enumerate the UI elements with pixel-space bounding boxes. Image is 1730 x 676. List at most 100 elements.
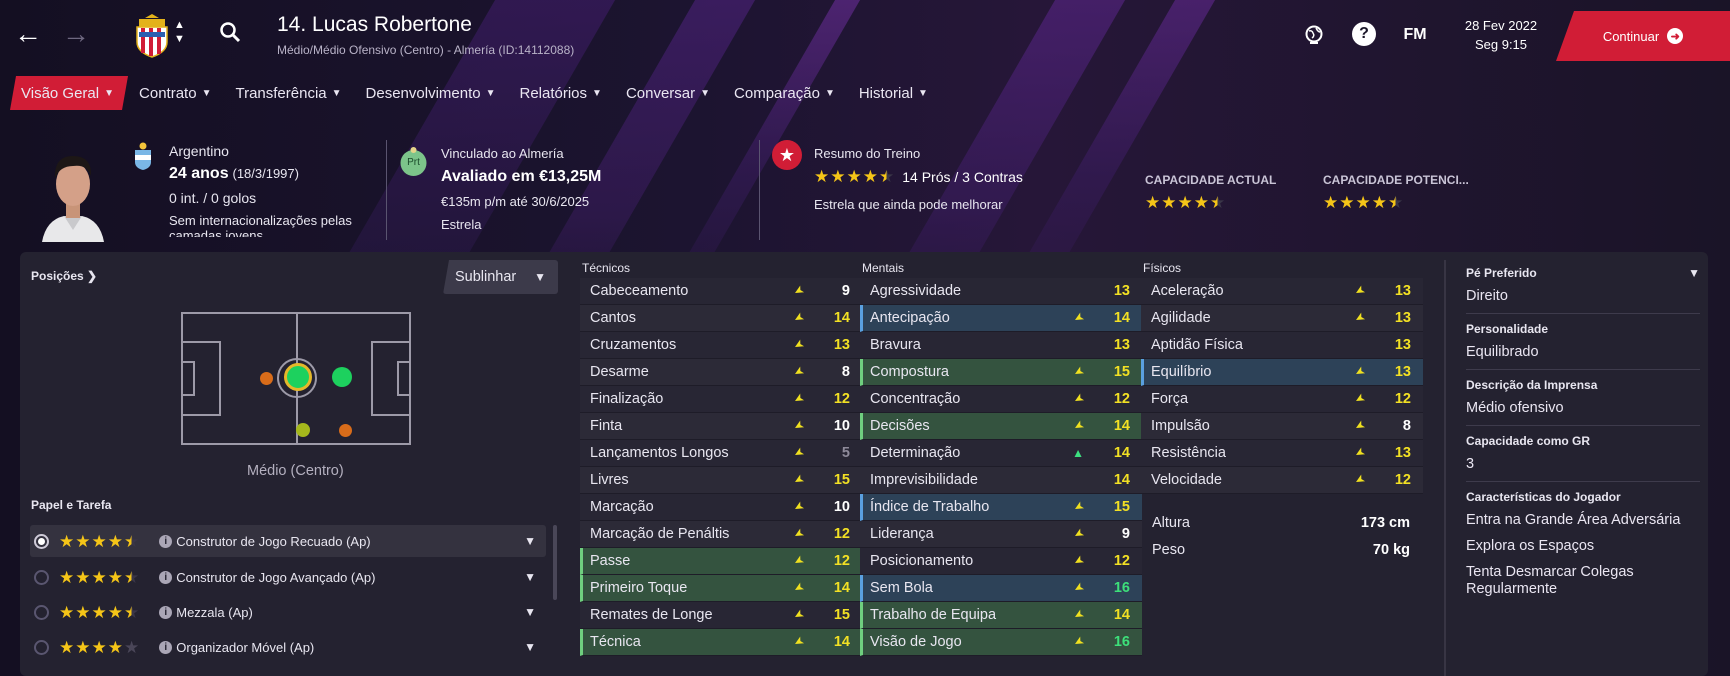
trend-arrow-icon: ➤ [791,471,807,489]
tab-contrato[interactable]: Contrato ▼ [128,76,224,110]
chevron-down-icon[interactable]: ▼ [524,534,536,548]
nationality[interactable]: Argentino [169,143,369,159]
attribute-name: Primeiro Toque [590,580,688,596]
training-title: Resumo do Treino [814,146,921,161]
chevron-down-icon: ▼ [104,87,115,99]
forward-arrow-icon[interactable]: → [62,20,90,48]
highlight-select[interactable]: Sublinhar ▼ [443,260,558,294]
attribute-row[interactable]: Lançamentos Longos ➤ 5 [580,440,862,467]
back-arrow-icon[interactable]: ← [14,20,42,48]
attribute-row[interactable]: Antecipação ➤ 14 [860,305,1142,332]
tab-desenvolvimento[interactable]: Desenvolvimento ▼ [355,76,509,110]
potential-ability-stars: ★ ★ ★ ★ ★ [1323,194,1403,211]
role-radio[interactable] [34,604,49,620]
attribute-row[interactable]: Finta ➤ 10 [580,413,862,440]
attribute-row[interactable]: Desarme ➤ 8 [580,359,862,386]
attribute-row[interactable]: Determinação ▲ 14 [860,440,1142,467]
trait-item[interactable]: Tenta Desmarcar Colegas Regularmente [1466,564,1700,598]
chevron-down-icon: ▼ [700,87,711,99]
attribute-row[interactable]: Marcação ➤ 10 [580,494,862,521]
info-icon[interactable]: i [159,640,173,654]
role-radio[interactable] [34,639,49,655]
attribute-row[interactable]: Força ➤ 12 [1141,386,1423,413]
info-icon[interactable]: i [159,605,173,619]
attribute-row[interactable]: Liderança ➤ 9 [860,521,1142,548]
role-row[interactable]: ★ ★ ★ ★ ★ i Organizador Móvel (Ap) ▼ [30,631,546,663]
attribute-row[interactable]: Agressividade 13 [860,278,1142,305]
fm-menu-button[interactable]: FM [1400,22,1430,48]
chevron-down-icon: ▼ [918,87,928,99]
youth-caps: Sem internacionalizações pelas camadas j… [169,213,352,237]
attribute-row[interactable]: Equilíbrio ➤ 13 [1141,359,1423,386]
player-status: Estrela [441,217,482,232]
tab-visao-geral[interactable]: Visão Geral ▼ [10,76,128,110]
attribute-row[interactable]: Imprevisibilidade 14 [860,467,1142,494]
role-radio[interactable] [34,533,49,549]
attribute-row[interactable]: Velocidade ➤ 12 [1141,467,1423,494]
attribute-row[interactable]: Visão de Jogo ➤ 16 [860,629,1142,656]
attribute-row[interactable]: Índice de Trabalho ➤ 15 [860,494,1142,521]
attribute-row[interactable]: Agilidade ➤ 13 [1141,305,1423,332]
player-switch-chevrons-icon[interactable]: ▲ ▼ [174,18,185,46]
chevron-down-icon[interactable]: ▼ [1688,266,1700,280]
trait-item[interactable]: Entra na Grande Área Adversária [1466,512,1700,529]
tab-relatorios[interactable]: Relatórios ▼ [509,76,615,110]
attribute-row[interactable]: Finalização ➤ 12 [580,386,862,413]
chevron-down-icon[interactable]: ▼ [524,570,536,584]
attribute-row[interactable]: Cantos ➤ 14 [580,305,862,332]
attribute-row[interactable]: Bravura 13 [860,332,1142,359]
info-icon[interactable]: i [159,570,173,584]
club-crest-icon[interactable] [133,12,171,58]
attribute-row[interactable]: Livres ➤ 15 [580,467,862,494]
attribute-row[interactable]: Marcação de Penáltis ➤ 12 [580,521,862,548]
role-row[interactable]: ★ ★ ★ ★ ★ i Construtor de Jogo Recuado (Ap) ▼ [30,525,546,557]
attribute-value: 14 [1113,418,1130,434]
role-row[interactable]: ★ ★ ★ ★ ★ i Construtor de Jogo Avançado (Ap) ▼ [30,561,546,593]
attribute-row[interactable]: Resistência ➤ 13 [1141,440,1423,467]
attribute-row[interactable]: Posicionamento ➤ 12 [860,548,1142,575]
role-row[interactable]: ★ ★ ★ ★ ★ i Mezzala (Ap) ▼ [30,596,546,628]
attribute-row[interactable]: Cabeceamento ➤ 9 [580,278,862,305]
attribute-row[interactable]: Compostura ➤ 15 [860,359,1142,386]
help-icon[interactable]: ? [1352,22,1376,46]
attribute-row[interactable]: Impulsão ➤ 8 [1141,413,1423,440]
attribute-row[interactable]: Concentração ➤ 12 [860,386,1142,413]
tab-transferencia[interactable]: Transferência ▼ [224,76,354,110]
positions-header[interactable]: Posições ❯ [31,269,97,283]
attribute-row[interactable]: Cruzamentos ➤ 13 [580,332,862,359]
attribute-row[interactable]: Primeiro Toque ➤ 14 [580,575,862,602]
star-empty-icon: ★ [124,637,140,657]
personality-value[interactable]: Equilibrado [1466,344,1700,361]
tab-historial[interactable]: Historial ▼ [848,76,941,110]
height-label: Altura [1152,514,1190,531]
attribute-row[interactable]: Trabalho de Equipa ➤ 14 [860,602,1142,629]
contract-club[interactable]: Vinculado ao Almería [441,146,721,161]
attribute-row[interactable]: Aptidão Física 13 [1141,332,1423,359]
roles-scrollbar[interactable] [553,525,557,600]
trend-arrow-icon: ➤ [1352,309,1368,327]
role-radio[interactable] [34,569,49,585]
trend-arrow-icon: ➤ [791,579,807,597]
press-description-value[interactable]: Médio ofensivo [1466,400,1700,417]
attribute-row[interactable]: Decisões ➤ 14 [860,413,1142,440]
search-icon[interactable] [219,21,241,48]
chevron-down-icon[interactable]: ▼ [524,605,536,619]
chevron-right-icon: ❯ [87,269,98,283]
attribute-row[interactable]: Sem Bola ➤ 16 [860,575,1142,602]
attribute-row[interactable]: Aceleração ➤ 13 [1141,278,1423,305]
globe-icon[interactable] [1301,22,1327,48]
attribute-row[interactable]: Remates de Longe ➤ 15 [580,602,862,629]
attribute-row[interactable]: Passe ➤ 12 [580,548,862,575]
personality: Personalidade Equilibrado [1466,314,1700,370]
goalkeeper-ability-label: Capacidade como GR [1466,434,1591,448]
trait-item[interactable]: Explora os Espaços [1466,538,1700,555]
attribute-row[interactable]: Técnica ➤ 14 [580,629,862,656]
star-full-icon: ★ [91,637,107,657]
tab-comparacao[interactable]: Comparação ▼ [723,76,848,110]
game-date[interactable]: 28 Fev 2022 Seg 9:15 [1452,16,1550,54]
tab-conversar[interactable]: Conversar ▼ [615,76,723,110]
training-summary-block[interactable]: Resumo do Treino ★ ★ ★ ★ ★ 14 Prós / 3 Contr… [814,146,1094,212]
info-icon[interactable]: i [159,534,173,548]
chevron-down-icon[interactable]: ▼ [524,640,536,654]
continue-button[interactable]: Continuar ➜ [1556,11,1730,61]
